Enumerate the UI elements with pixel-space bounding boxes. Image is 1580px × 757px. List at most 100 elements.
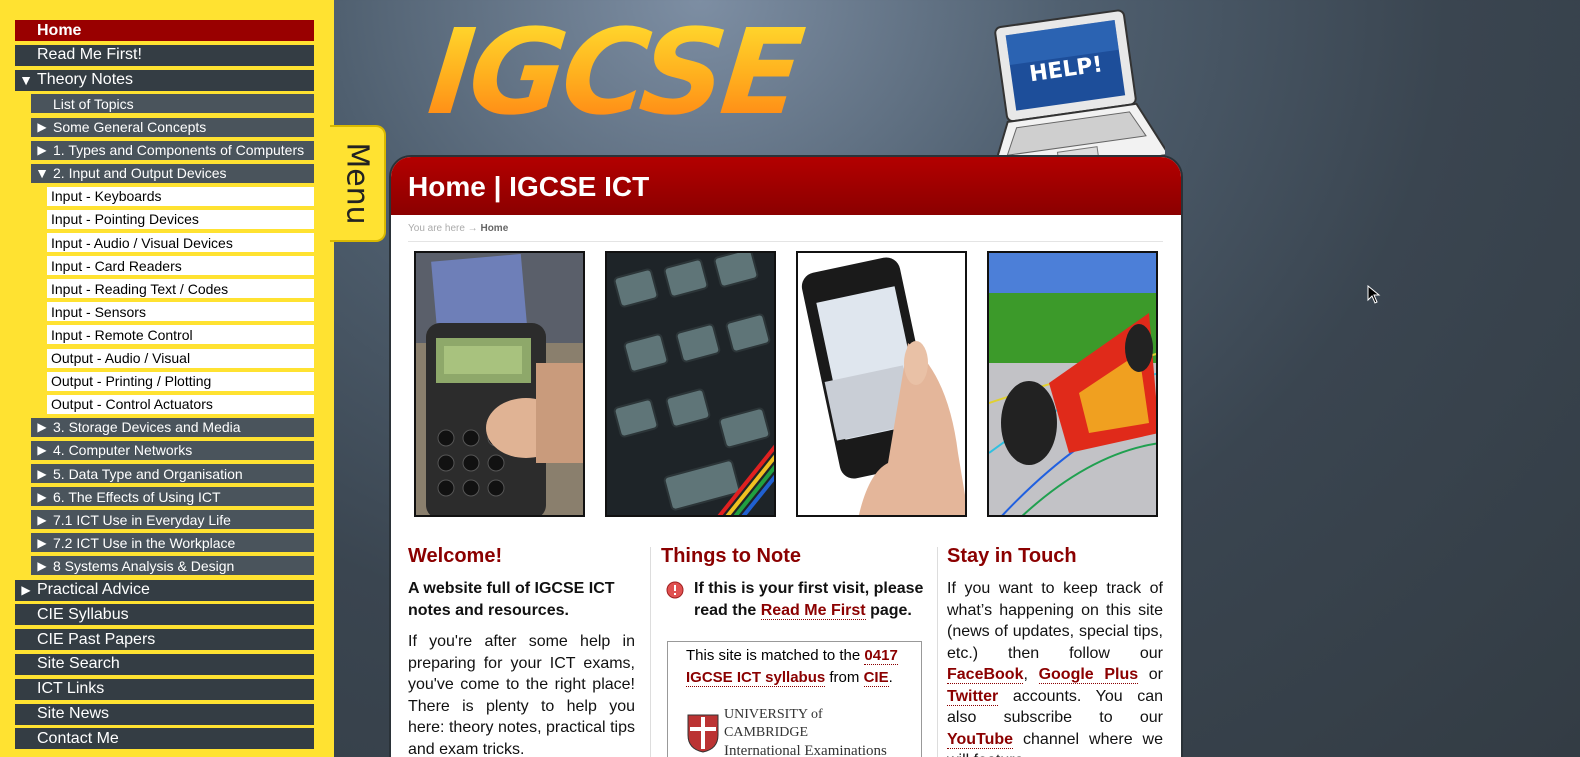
sidebar-item-label: 5. Data Type and Organisation xyxy=(53,465,243,482)
sidebar-item[interactable]: CIE Syllabus xyxy=(15,604,314,628)
sidebar-item-label: CIE Past Papers xyxy=(37,630,156,648)
sidebar-item[interactable]: Input - Audio / Visual Devices xyxy=(47,233,314,254)
sidebar-item[interactable]: Input - Card Readers xyxy=(47,256,314,278)
breadcrumb-current[interactable]: Home xyxy=(480,223,508,234)
menu-toggle-tab[interactable]: Menu xyxy=(330,125,386,242)
sidebar-item-label: Input - Pointing Devices xyxy=(51,211,199,228)
sidebar-item-label: 8 Systems Analysis & Design xyxy=(53,557,235,574)
sidebar-item[interactable]: CIE Past Papers xyxy=(15,629,314,653)
syllabus-post: . xyxy=(888,668,893,686)
twitter-link[interactable]: Twitter xyxy=(947,687,999,706)
sidebar-item[interactable]: ▶ 7.2 ICT Use in the Workplace xyxy=(31,533,314,555)
sidebar-nav: Home Read Me First! ▼ Theory Notes List of T… xyxy=(0,0,334,757)
sidebar-item-label: 3. Storage Devices and Media xyxy=(53,419,241,436)
cie-syllabus-box: This site is matched to the 0417 IGCSE I… xyxy=(667,641,922,757)
sidebar-item[interactable]: Input - Keyboards xyxy=(47,186,314,208)
welcome-section: Welcome! A website full of IGCSE ICT not… xyxy=(408,545,635,757)
triangle-right-icon[interactable]: ▶ xyxy=(35,467,49,481)
smartphone-photo xyxy=(796,251,967,517)
sidebar-item[interactable]: ▶ 6. The Effects of Using ICT xyxy=(31,487,314,509)
triangle-right-icon[interactable]: ▶ xyxy=(19,583,33,597)
cambridge-line2: International Examinations xyxy=(724,743,887,757)
cambridge-logo: UNIVERSITY of CAMBRIDGE International Ex… xyxy=(686,706,903,757)
sidebar-item-label: Some General Concepts xyxy=(53,119,207,135)
sidebar-item-label: 6. The Effects of Using ICT xyxy=(53,488,221,505)
sidebar-item[interactable]: Input - Reading Text / Codes xyxy=(47,279,314,301)
sidebar-item[interactable]: Site Search xyxy=(15,653,314,677)
sidebar-item[interactable]: Input - Sensors xyxy=(47,302,314,324)
mouse-cursor-icon xyxy=(1367,285,1381,304)
syllabus-mid: from xyxy=(829,668,860,686)
sidebar-item[interactable]: ▶ 1. Types and Components of Computers xyxy=(31,140,314,162)
sidebar-item[interactable]: ▼ Theory Notes xyxy=(15,69,314,93)
sidebar-item-label: Theory Notes xyxy=(37,71,134,89)
sidebar-item-label: Input - Reading Text / Codes xyxy=(51,280,229,297)
sidebar-item[interactable]: Output - Control Actuators xyxy=(47,394,314,416)
cie-link[interactable]: CIE xyxy=(863,668,889,687)
syllabus-text: This site is matched to the xyxy=(686,647,861,664)
sidebar-item-label: 7.1 ICT Use in Everyday Life xyxy=(53,511,231,528)
triangle-right-icon[interactable]: ▶ xyxy=(35,143,49,157)
sidebar-item[interactable]: ▶ Practical Advice xyxy=(15,579,314,603)
site-logo[interactable]: IGCSE ICT xyxy=(409,3,957,276)
triangle-right-icon[interactable]: ▶ xyxy=(35,536,49,550)
main-content-panel: Home | IGCSE ICT You are here → Home Wel… xyxy=(389,155,1183,757)
sidebar-item-label: Practical Advice xyxy=(37,581,150,598)
read-me-first-link[interactable]: Read Me First xyxy=(760,601,866,620)
sidebar-item-label: ICT Links xyxy=(37,680,105,698)
youtube-link[interactable]: YouTube xyxy=(947,730,1014,749)
alert-icon xyxy=(666,581,684,599)
triangle-down-icon[interactable]: ▼ xyxy=(19,72,33,88)
sidebar-item[interactable]: Home xyxy=(15,20,314,43)
sidebar-item-label: Input - Sensors xyxy=(51,303,146,320)
facebook-link[interactable]: FaceBook xyxy=(947,666,1024,684)
sidebar-item[interactable]: Contact Me xyxy=(15,728,314,752)
f1-car-simulation-photo xyxy=(987,251,1158,517)
sidebar-item-label: Site News xyxy=(37,705,110,722)
things-to-note-heading: Things to Note xyxy=(661,545,801,567)
sidebar-item-label: 4. Computer Networks xyxy=(53,442,193,459)
triangle-down-icon[interactable]: ▼ xyxy=(35,165,49,181)
sidebar-item-label: Input - Remote Control xyxy=(51,326,193,343)
column-divider xyxy=(937,547,938,757)
cambridge-line1: UNIVERSITY of CAMBRIDGE xyxy=(724,707,823,740)
sidebar-item-label: 1. Types and Components of Computers xyxy=(53,142,305,159)
sidebar-item-label: CIE Syllabus xyxy=(37,605,129,623)
sidebar-item[interactable]: ▶ 3. Storage Devices and Media xyxy=(31,417,314,439)
triangle-right-icon[interactable]: ▶ xyxy=(35,420,49,434)
sidebar-item-label: Input - Keyboards xyxy=(51,188,162,205)
sidebar-item-label: Output - Printing / Plotting xyxy=(51,373,212,390)
sidebar-item-label: Contact Me xyxy=(37,729,119,747)
triangle-right-icon[interactable]: ▶ xyxy=(35,443,49,457)
sidebar-item[interactable]: ▶ 5. Data Type and Organisation xyxy=(31,464,314,485)
things-to-note-section: Things to Note If this is your first vis… xyxy=(661,545,924,621)
sidebar-item-label: 7.2 ICT Use in the Workplace xyxy=(53,534,236,551)
sidebar-item[interactable]: Output - Printing / Plotting xyxy=(47,371,314,393)
sidebar-item[interactable]: Input - Remote Control xyxy=(47,325,314,347)
sidebar-item-label: 2. Input and Output Devices xyxy=(53,165,227,182)
sidebar-item[interactable]: Input - Pointing Devices xyxy=(47,209,314,231)
sidebar-item[interactable]: Output - Audio / Visual xyxy=(47,348,314,370)
keyboard-keys-photo xyxy=(605,251,776,517)
googleplus-link[interactable]: Google Plus xyxy=(1038,666,1139,684)
sidebar-item[interactable]: ▶ 4. Computer Networks xyxy=(31,440,314,462)
breadcrumb-divider xyxy=(408,241,1163,242)
breadcrumb: You are here → Home xyxy=(408,223,508,234)
triangle-right-icon[interactable]: ▶ xyxy=(35,120,49,134)
first-visit-post: page. xyxy=(870,601,912,619)
sidebar-item[interactable]: ICT Links xyxy=(15,678,314,702)
triangle-right-icon[interactable]: ▶ xyxy=(35,559,49,573)
sidebar-item[interactable]: ▶ 7.1 ICT Use in Everyday Life xyxy=(31,510,314,532)
page-title: Home | IGCSE ICT xyxy=(391,157,1181,215)
sidebar-item-label: Input - Card Readers xyxy=(51,257,182,274)
sidebar-item[interactable]: Site News xyxy=(15,703,314,727)
sidebar-item[interactable]: ▶ Some General Concepts xyxy=(31,117,314,139)
column-divider xyxy=(650,547,651,757)
sidebar-item[interactable]: ▼ 2. Input and Output Devices xyxy=(31,163,314,185)
triangle-right-icon[interactable]: ▶ xyxy=(35,490,49,504)
sidebar-item[interactable]: ▶ 8 Systems Analysis & Design xyxy=(31,556,314,578)
sidebar-item[interactable]: Read Me First! xyxy=(15,44,314,68)
first-visit-note: If this is your first visit, please read… xyxy=(661,578,924,621)
sidebar-item[interactable]: List of Topics xyxy=(31,94,314,116)
triangle-right-icon[interactable]: ▶ xyxy=(35,513,49,527)
